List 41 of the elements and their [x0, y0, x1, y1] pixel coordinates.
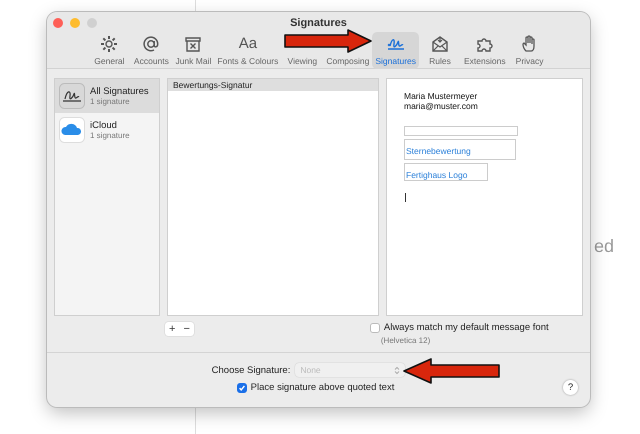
account-item[interactable]: All Signatures 1 signature [55, 79, 159, 113]
checkbox[interactable] [236, 382, 247, 392]
remove-button[interactable]: − [179, 322, 194, 336]
checkbox-label: Place signature above quoted text [250, 382, 394, 393]
signature-count: 1 signature [90, 97, 131, 106]
checkbox[interactable] [370, 322, 380, 332]
text-size-icon: Aa [238, 34, 258, 54]
toolbar-tab[interactable]: Signatures [372, 32, 419, 69]
window-title: Signatures [290, 17, 347, 29]
signature-icon [59, 83, 85, 109]
toolbar-tab[interactable]: Viewing [281, 54, 324, 69]
help-button[interactable]: ? [563, 380, 578, 395]
toolbar-tab[interactable]: Privacy [508, 32, 551, 69]
choose-signature-label: Choose Signature: [212, 364, 290, 376]
toolbar-tab[interactable]: Aa Fonts & Colours [214, 32, 282, 69]
minimize-button[interactable] [70, 18, 80, 28]
account-name: All Signatures [90, 86, 149, 97]
text-cursor [405, 193, 406, 202]
background-text: ed [594, 236, 614, 257]
font-note: (Helvetica 12) [380, 336, 432, 345]
signature-email: maria@muster.com [404, 101, 478, 111]
signature-count: 1 signature [90, 131, 130, 140]
stepper-icon [394, 366, 400, 374]
cloud-icon [59, 117, 85, 143]
at-sign-icon [141, 34, 162, 54]
toolbar-tab[interactable]: Extensions [461, 32, 509, 69]
toolbar-tab[interactable]: General [88, 32, 130, 69]
signature-name: Maria Mustermeyer [404, 91, 478, 101]
signature-item[interactable]: Bewertungs-Signatur [168, 79, 378, 91]
toolbar-tab[interactable]: Composing [323, 54, 372, 69]
account-item[interactable]: iCloud 1 signature [55, 113, 159, 147]
checkbox-label: Always match my default message font [384, 322, 549, 333]
toolbar-tab[interactable]: Junk Mail [172, 32, 214, 69]
toolbar-tab[interactable]: Accounts [130, 32, 172, 69]
zoom-button[interactable] [87, 18, 97, 28]
account-name: iCloud [90, 120, 118, 131]
close-button[interactable] [53, 18, 63, 28]
envelope-icon [430, 34, 450, 54]
gear-icon [99, 34, 120, 54]
toolbar-tab[interactable]: Rules [419, 32, 461, 69]
add-button[interactable]: + [165, 322, 180, 336]
